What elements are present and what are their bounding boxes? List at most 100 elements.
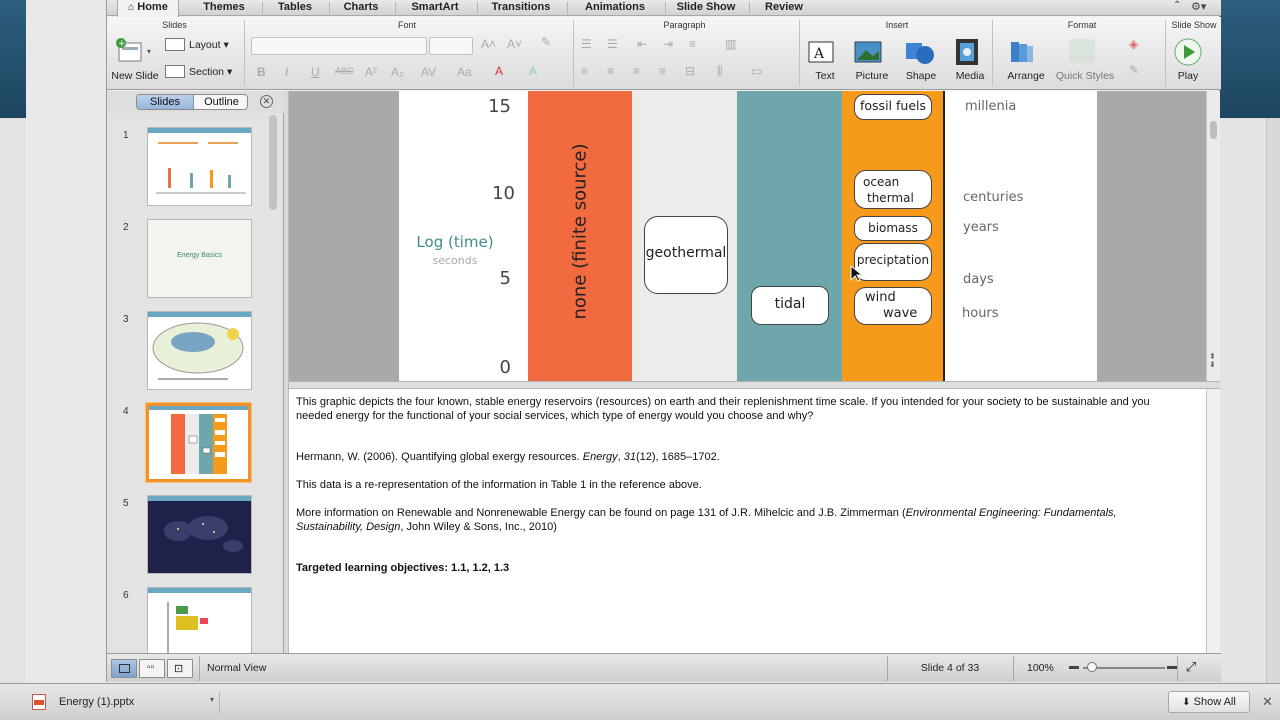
citation-pages: (12), 1685–1702. (635, 451, 720, 463)
align-center-icon[interactable]: ≡ (607, 64, 614, 78)
columns-icon[interactable]: ▥ (725, 37, 736, 51)
tab-charts[interactable]: Charts (333, 0, 389, 16)
character-spacing-icon[interactable]: AV (421, 65, 436, 79)
picture-button[interactable] (853, 39, 885, 68)
tab-review[interactable]: Review (753, 0, 815, 16)
slide-sorter-button[interactable]: ▫▫ (139, 659, 165, 678)
download-menu-icon[interactable]: ▾ (210, 695, 214, 704)
line-spacing-icon[interactable]: ≡ (689, 37, 696, 51)
quick-styles-label[interactable]: Quick Styles (1055, 70, 1115, 82)
new-slide-dropdown-icon[interactable]: ▾ (147, 47, 151, 56)
notes-scrollbar[interactable] (1206, 389, 1220, 653)
prev-next-slide-icon[interactable]: ⇞ ⇟ (1209, 353, 1216, 369)
strikethrough-icon[interactable]: ABC (335, 66, 354, 76)
increase-indent-icon[interactable]: ⇥ (663, 37, 673, 51)
zoom-level[interactable]: 100% (1027, 662, 1054, 674)
tab-slides[interactable]: Slides (137, 95, 193, 109)
layout-label: Layout (189, 39, 221, 51)
tab-tables[interactable]: Tables (267, 0, 323, 16)
download-item[interactable]: Energy (1).pptx ▾ (26, 692, 220, 713)
wind-wave-box: wind wave (854, 287, 932, 325)
slide-panel-scrollbar[interactable] (269, 115, 277, 647)
increase-font-icon[interactable]: A˄ (481, 37, 496, 51)
section-icon (165, 65, 185, 78)
text-box-icon: A (808, 41, 834, 63)
italic-icon[interactable]: I (285, 65, 288, 79)
zoom-slider-knob[interactable] (1087, 662, 1097, 672)
font-color-icon[interactable]: A (495, 64, 503, 78)
tab-themes[interactable]: Themes (191, 0, 257, 16)
slide-vertical-scrollbar[interactable]: ⇞ ⇟ (1206, 91, 1220, 381)
justify-icon[interactable]: ≡ (659, 64, 666, 78)
play-button[interactable] (1173, 37, 1203, 70)
tab-animations[interactable]: Animations (571, 0, 659, 16)
change-case-icon[interactable]: Aa (457, 65, 472, 79)
align-left-icon[interactable]: ≡ (581, 64, 588, 78)
slide-thumbnail-1[interactable] (147, 127, 252, 206)
slide-thumbnail-2[interactable]: Energy Basics (147, 219, 252, 298)
text-direction-icon[interactable]: ⫼ (717, 64, 723, 79)
new-slide-button[interactable]: + (113, 37, 145, 67)
bold-icon[interactable]: B (257, 65, 266, 79)
slide-thumbnail-3[interactable] (147, 311, 252, 390)
media-button[interactable] (953, 37, 983, 70)
tab-smartart[interactable]: SmartArt (399, 0, 471, 16)
notes-splitter[interactable] (289, 381, 1220, 389)
fit-to-window-icon[interactable]: ⤢ (1181, 659, 1201, 677)
wind-wave-line2: wave (883, 306, 918, 321)
normal-view-button[interactable] (111, 659, 137, 678)
font-name-field[interactable] (251, 37, 427, 55)
slide-4: 15 10 5 0 Log (time) seconds none (finit… (399, 91, 1097, 381)
slide-sorter-icon: ▫▫ (147, 662, 155, 673)
close-icon[interactable]: ✕ (1262, 694, 1273, 710)
superscript-icon[interactable]: A² (365, 65, 377, 79)
tab-slide-show[interactable]: Slide Show (669, 0, 743, 16)
distributed-icon[interactable]: ⊟ (685, 64, 695, 78)
ribbon: Slides Font Paragraph Insert Format Slid… (107, 17, 1221, 90)
slide-thumbnail-4-selected[interactable] (146, 403, 251, 482)
notes-pane[interactable]: This graphic depicts the four known, sta… (289, 389, 1206, 653)
tab-outline[interactable]: Outline (193, 95, 247, 109)
downloads-bar: Energy (1).pptx ▾ ⬇ Show All ✕ (0, 683, 1280, 720)
zoom-in-icon[interactable]: ▬ (1167, 661, 1177, 672)
slide-panel-scroll-thumb[interactable] (269, 115, 277, 210)
gear-icon[interactable]: ⚙▾ (1191, 0, 1206, 13)
text-effects-icon[interactable]: A (529, 64, 537, 78)
shape-line-icon[interactable]: ✎ (1129, 63, 1139, 77)
picture-icon (854, 41, 882, 63)
shape-button[interactable] (903, 39, 937, 68)
decrease-font-icon[interactable]: A˅ (507, 37, 522, 51)
show-all-button[interactable]: ⬇ Show All (1168, 691, 1250, 713)
arrange-button[interactable] (1007, 39, 1037, 68)
section-button[interactable]: Section ▾ (189, 66, 232, 78)
bullets-icon[interactable]: ☰ (581, 37, 592, 51)
clear-format-icon[interactable]: ✎ (541, 35, 551, 49)
close-icon[interactable]: ✕ (260, 95, 273, 108)
thumbnail-title: Energy Basics (177, 252, 222, 259)
geothermal-box: geothermal (644, 216, 728, 294)
section-label: Section (189, 66, 225, 78)
zoom-out-icon[interactable]: ▬ (1069, 661, 1079, 672)
slide-scroll-thumb[interactable] (1210, 121, 1217, 139)
tab-home[interactable]: ⌂ Home (117, 0, 179, 17)
font-size-field[interactable] (429, 37, 473, 55)
tab-transitions[interactable]: Transitions (481, 0, 561, 16)
powerpoint-window: ⌂ Home Themes Tables Charts SmartArt Tra… (106, 0, 1221, 682)
align-right-icon[interactable]: ≡ (633, 64, 640, 78)
shape-fill-icon[interactable]: ◈ (1129, 37, 1138, 51)
ocean-thermal-line2: thermal (867, 191, 914, 205)
underline-icon[interactable]: U (311, 65, 320, 79)
layout-button[interactable]: Layout ▾ (189, 39, 229, 51)
slide-show-view-button[interactable]: ⊡ (167, 659, 193, 678)
align-text-icon[interactable]: ▭ (751, 64, 762, 78)
slide-number: 5 (123, 498, 129, 509)
collapse-ribbon-icon[interactable]: ⌃ (1173, 0, 1181, 11)
decrease-indent-icon[interactable]: ⇤ (637, 37, 647, 51)
numbering-icon[interactable]: ☰ (607, 37, 618, 51)
band-tidal (737, 91, 842, 381)
text-box-button[interactable]: A (807, 39, 837, 68)
subscript-icon[interactable]: A₂ (391, 65, 404, 79)
slide-thumbnail-5[interactable] (147, 495, 252, 574)
slide-panel: Slides Outline ✕ 1 2 Energy Basics 3 4 5… (107, 91, 284, 666)
new-slide-icon: + (116, 38, 142, 62)
